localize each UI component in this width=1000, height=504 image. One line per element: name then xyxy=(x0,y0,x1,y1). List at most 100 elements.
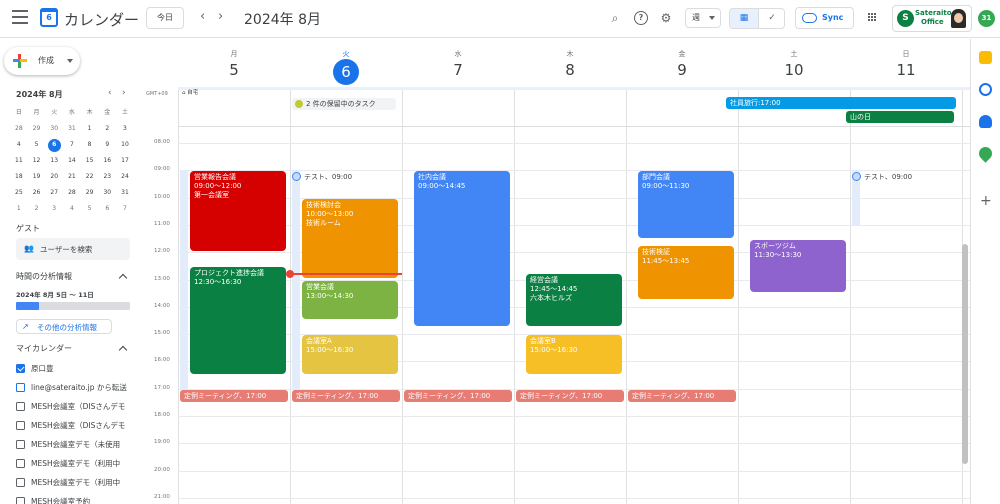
date-number[interactable]: 10 xyxy=(738,61,850,79)
calendar-list-item[interactable]: MESH会議室デモ（未使用 xyxy=(16,438,138,452)
mini-calendar-day[interactable]: 4 xyxy=(10,137,28,153)
calendar-event[interactable]: 部門会議 09:00〜11:30 xyxy=(638,171,734,238)
mini-calendar-day[interactable]: 19 xyxy=(28,169,46,185)
mini-calendar-day[interactable]: 29 xyxy=(81,185,99,201)
mini-calendar-day[interactable]: 30 xyxy=(98,185,116,201)
keep-icon[interactable] xyxy=(979,51,992,64)
date-number[interactable]: 11 xyxy=(850,61,962,79)
mini-calendar-day[interactable]: 3 xyxy=(45,201,63,217)
pending-tasks-chip[interactable]: 2 件の保留中のタスク xyxy=(292,98,396,110)
date-number[interactable]: 7 xyxy=(402,61,514,79)
calendar-checkbox[interactable] xyxy=(16,421,25,430)
mini-calendar-day[interactable]: 22 xyxy=(81,169,99,185)
mini-calendar-day[interactable]: 8 xyxy=(81,137,99,153)
calendar-event[interactable]: プロジェクト進捗会議 12:30〜16:30 xyxy=(190,266,286,375)
mini-calendar-day[interactable]: 9 xyxy=(98,137,116,153)
calendar-checkbox[interactable] xyxy=(16,459,25,468)
maps-icon[interactable] xyxy=(976,144,995,163)
mini-calendar-day[interactable]: 27 xyxy=(45,185,63,201)
account-calendar-icon[interactable]: 31 xyxy=(978,10,995,27)
mini-calendar-day[interactable]: 17 xyxy=(116,153,134,169)
calendar-event[interactable]: 技術検証 11:45〜13:45 xyxy=(638,246,734,299)
contacts-icon[interactable] xyxy=(979,115,992,128)
calendar-event[interactable]: 営業報告会議 09:00〜12:00 第一会議室 xyxy=(190,171,286,252)
calendar-list-item[interactable]: MESH会議室（DISさんデモ xyxy=(16,419,138,433)
calendar-event[interactable]: スポーツジム 11:30〜13:30 xyxy=(750,239,846,293)
mini-calendar-day[interactable]: 23 xyxy=(98,169,116,185)
mini-calendar-day[interactable]: 26 xyxy=(28,185,46,201)
mini-calendar-day[interactable]: 1 xyxy=(81,121,99,137)
mini-calendar-day[interactable]: 1 xyxy=(10,201,28,217)
app-title[interactable]: カレンダー xyxy=(64,9,139,30)
mini-calendar-day[interactable]: 21 xyxy=(63,169,81,185)
mini-calendar-day[interactable]: 25 xyxy=(10,185,28,201)
mini-calendar-day[interactable]: 20 xyxy=(45,169,63,185)
recurring-meeting-event[interactable]: 定例ミーティング、17:00 xyxy=(180,389,288,402)
help-icon[interactable]: ? xyxy=(634,11,648,25)
mini-calendar-day[interactable]: 15 xyxy=(81,153,99,169)
mini-prev-icon[interactable]: ‹ xyxy=(108,88,112,98)
calendar-checkbox[interactable] xyxy=(16,497,25,504)
allday-event[interactable]: 社員旅行:17:00 xyxy=(726,97,956,109)
create-button[interactable]: 作成 xyxy=(4,47,80,75)
recurring-meeting-event[interactable]: 定例ミーティング、17:00 xyxy=(404,389,512,402)
google-apps-icon[interactable] xyxy=(868,13,878,23)
recurring-meeting-event[interactable]: 定例ミーティング、17:00 xyxy=(516,389,624,402)
mini-calendar-day[interactable]: 5 xyxy=(81,201,99,217)
calendar-view-icon[interactable]: ▦ xyxy=(730,9,758,28)
mini-calendar-day[interactable]: 6 xyxy=(98,201,116,217)
mini-calendar-day[interactable]: 14 xyxy=(63,153,81,169)
tasks-icon[interactable] xyxy=(979,83,992,96)
mini-calendar-day[interactable]: 4 xyxy=(63,201,81,217)
calendar-checkbox[interactable] xyxy=(16,364,25,373)
calendar-event[interactable]: 会議室B 15:00〜16:30 xyxy=(526,335,622,375)
mini-calendar-day[interactable]: 31 xyxy=(116,185,134,201)
mini-calendar-day[interactable]: 18 xyxy=(10,169,28,185)
today-date-number[interactable]: 6 xyxy=(333,59,359,85)
calendar-checkbox[interactable] xyxy=(16,440,25,449)
allday-event[interactable]: 山の日 xyxy=(846,111,954,123)
people-search-box[interactable]: 👥 ユーザーを検索 xyxy=(16,238,130,260)
search-icon[interactable]: ⌕ xyxy=(608,11,622,25)
mini-calendar-day[interactable]: 29 xyxy=(28,121,46,137)
sync-button[interactable]: Sync xyxy=(795,7,854,29)
tasks-view-icon[interactable]: ✓ xyxy=(758,9,784,28)
next-week-icon[interactable]: › xyxy=(218,9,223,24)
mini-calendar-day[interactable]: 6 xyxy=(45,137,63,153)
calendar-event[interactable]: 営業会議 13:00〜14:30 xyxy=(302,280,398,320)
mini-calendar-day[interactable]: 31 xyxy=(63,121,81,137)
collapse-my-calendars-icon[interactable] xyxy=(118,345,128,355)
calendar-event[interactable]: 経営会議 12:45〜14:45 六本木ヒルズ xyxy=(526,273,622,327)
calendar-event[interactable]: 技術検討会 10:00〜13:00 技術ルーム xyxy=(302,198,398,279)
vertical-scrollbar[interactable] xyxy=(962,244,968,464)
mini-calendar-day[interactable]: 16 xyxy=(98,153,116,169)
prev-week-icon[interactable]: ‹ xyxy=(200,9,205,24)
mini-calendar-day[interactable]: 28 xyxy=(63,185,81,201)
add-addon-icon[interactable]: + xyxy=(980,193,992,209)
mini-calendar-day[interactable]: 7 xyxy=(63,137,81,153)
mini-calendar-day[interactable]: 30 xyxy=(45,121,63,137)
recurring-meeting-event[interactable]: 定例ミーティング、17:00 xyxy=(628,389,736,402)
main-menu-icon[interactable] xyxy=(12,10,28,24)
calendar-checkbox[interactable] xyxy=(16,478,25,487)
calendar-event[interactable]: 社内会議 09:00〜14:45 xyxy=(414,171,510,327)
mini-calendar-day[interactable]: 5 xyxy=(28,137,46,153)
mini-calendar-day[interactable]: 7 xyxy=(116,201,134,217)
date-number[interactable]: 9 xyxy=(626,61,738,79)
mini-calendar-day[interactable]: 10 xyxy=(116,137,134,153)
recurring-meeting-event[interactable]: 定例ミーティング、17:00 xyxy=(292,389,400,402)
calendar-list-item[interactable]: MESH会議室予約 xyxy=(16,495,138,504)
mini-next-icon[interactable]: › xyxy=(122,88,126,98)
date-number[interactable]: 5 xyxy=(178,61,290,79)
calendar-list-item[interactable]: MESH会議室デモ（利用中 xyxy=(16,457,138,471)
mini-calendar-day[interactable]: 2 xyxy=(28,201,46,217)
calendar-checkbox[interactable] xyxy=(16,402,25,411)
today-button[interactable]: 今日 xyxy=(146,7,184,29)
mini-calendar-day[interactable]: 11 xyxy=(10,153,28,169)
settings-gear-icon[interactable]: ⚙ xyxy=(659,11,673,25)
sateraito-office-badge[interactable]: S Sateraito Office xyxy=(892,5,972,32)
calendar-list-item[interactable]: MESH会議室（DISさんデモ xyxy=(16,400,138,414)
mini-calendar-day[interactable]: 28 xyxy=(10,121,28,137)
mini-calendar-day[interactable]: 13 xyxy=(45,153,63,169)
collapse-insights-icon[interactable] xyxy=(118,273,128,283)
